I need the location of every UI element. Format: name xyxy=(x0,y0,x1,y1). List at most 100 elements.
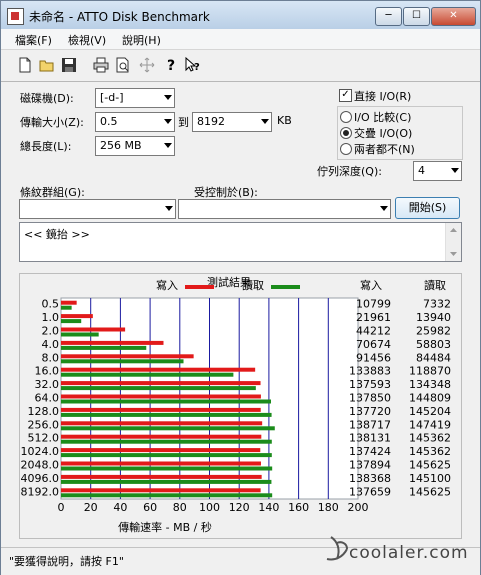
y-tick-label: 64.0 xyxy=(35,392,60,405)
read-value: 58803 xyxy=(416,338,451,351)
neither-radio[interactable] xyxy=(340,143,352,155)
total-length-select[interactable]: 256 MB xyxy=(95,136,175,156)
write-value: 137894 xyxy=(349,459,391,472)
controlled-by-label: 受控制於(B): xyxy=(194,186,258,199)
x-tick-label: 100 xyxy=(199,501,220,514)
io-mode-group: I/O 比較(C) 交疊 I/O(O) 兩者都不(N) xyxy=(337,106,463,160)
x-axis-title: 傳輸速率 - MB / 秒 xyxy=(118,520,212,534)
write-bar xyxy=(61,421,263,426)
y-tick-label: 128.0 xyxy=(28,405,60,418)
maximize-button[interactable]: ☐ xyxy=(403,7,430,26)
x-tick-label: 120 xyxy=(229,501,250,514)
menu-bar: 檔案(F) 檢視(V) 說明(H) xyxy=(1,29,480,49)
minimize-button[interactable]: ─ xyxy=(375,7,402,26)
queue-depth-value: 4 xyxy=(418,164,425,177)
print-icon[interactable] xyxy=(93,57,109,73)
read-bar xyxy=(61,399,272,404)
transfer-to-select[interactable]: 8192 xyxy=(192,112,272,132)
write-value: 21961 xyxy=(356,311,391,324)
help-icon[interactable]: ? xyxy=(163,57,179,73)
read-value: 7332 xyxy=(423,298,451,311)
print-preview-icon[interactable] xyxy=(115,57,131,73)
y-tick-label: 1.0 xyxy=(42,311,60,324)
read-bar xyxy=(61,372,234,377)
x-tick-label: 160 xyxy=(288,501,309,514)
write-value: 133883 xyxy=(349,365,391,378)
read-bar xyxy=(61,426,275,431)
write-bar xyxy=(61,474,262,479)
write-bar xyxy=(61,461,261,466)
transfer-from-value: 0.5 xyxy=(100,115,118,128)
context-help-icon[interactable]: ? xyxy=(185,57,201,73)
title-bar[interactable]: 未命名 - ATTO Disk Benchmark ─ ☐ ✕ xyxy=(1,1,480,29)
move-icon[interactable] xyxy=(139,57,155,73)
save-icon[interactable] xyxy=(61,57,77,73)
write-value: 138131 xyxy=(349,432,391,445)
read-bar xyxy=(61,439,272,444)
overlap-io-radio[interactable] xyxy=(340,127,352,139)
total-length-label: 總長度(L): xyxy=(20,140,72,153)
legend-write-label: 寫入 xyxy=(156,278,178,292)
read-value: 145625 xyxy=(409,459,451,472)
direct-io-checkbox[interactable]: ✓ xyxy=(339,89,352,102)
open-icon[interactable] xyxy=(39,57,55,73)
y-tick-label: 2048.0 xyxy=(21,459,60,472)
read-value: 134348 xyxy=(409,378,451,391)
drive-value: [-d-] xyxy=(100,91,124,104)
y-tick-label: 2.0 xyxy=(42,325,60,338)
app-window: 未命名 - ATTO Disk Benchmark ─ ☐ ✕ 檔案(F) 檢視… xyxy=(0,0,481,575)
results-panel: 測試結果 寫入 讀取 寫入 讀取 0 20 40 60 80 100 120 140 160 180 200 0… xyxy=(19,273,462,539)
start-button[interactable]: 開始(S) xyxy=(395,197,460,219)
write-value: 137850 xyxy=(349,392,391,405)
chevron-down-icon xyxy=(451,168,459,173)
controlled-by-select[interactable] xyxy=(178,199,391,219)
write-bar xyxy=(61,381,261,386)
chevron-down-icon xyxy=(164,95,172,100)
results-chart: 測試結果寫入 讀取 寫入 讀取0 20 40 60 80 100 120 140 160 180 2000… xyxy=(21,275,452,534)
legend-read-label: 讀取 xyxy=(242,278,264,292)
y-tick-label: 512.0 xyxy=(28,432,60,445)
drive-select[interactable]: [-d-] xyxy=(95,88,175,108)
menu-view[interactable]: 檢視(V) xyxy=(68,32,106,48)
column-header-read: 讀取 xyxy=(424,278,446,292)
write-bar xyxy=(61,300,77,305)
write-bar xyxy=(61,394,261,399)
new-icon[interactable] xyxy=(17,57,33,73)
legend-read-swatch xyxy=(271,285,300,289)
read-value: 25982 xyxy=(416,325,451,338)
direct-io-label: 直接 I/O(R) xyxy=(354,90,412,103)
write-bar xyxy=(61,327,126,332)
y-tick-label: 32.0 xyxy=(35,378,60,391)
description-textarea[interactable]: << 鏡抬 >> xyxy=(19,222,462,262)
y-tick-label: 0.5 xyxy=(42,298,60,311)
y-tick-label: 1024.0 xyxy=(21,445,60,458)
watermark-text: coolaler.com xyxy=(349,543,469,563)
write-bar xyxy=(61,354,194,359)
x-tick-label: 200 xyxy=(348,501,369,514)
read-value: 145362 xyxy=(409,432,451,445)
stripe-group-label: 條紋群組(G): xyxy=(20,186,85,199)
write-bar xyxy=(61,407,261,412)
description-scrollbar[interactable] xyxy=(445,223,461,261)
stripe-group-select[interactable] xyxy=(19,199,176,219)
write-value: 70674 xyxy=(356,338,391,351)
chevron-down-icon xyxy=(164,143,172,148)
read-bar xyxy=(61,386,256,391)
scroll-arrows-icon xyxy=(450,228,457,256)
transfer-from-select[interactable]: 0.5 xyxy=(95,112,175,132)
read-bar xyxy=(61,305,72,310)
read-value: 84484 xyxy=(416,351,451,364)
queue-depth-select[interactable]: 4 xyxy=(413,161,462,181)
transfer-to-value: 8192 xyxy=(197,115,225,128)
read-bar xyxy=(61,359,184,364)
x-tick-label: 40 xyxy=(113,501,127,514)
close-button[interactable]: ✕ xyxy=(431,7,476,26)
toolbar: ? ? xyxy=(1,49,480,82)
svg-text:?: ? xyxy=(194,62,200,73)
write-value: 137593 xyxy=(349,378,391,391)
menu-help[interactable]: 說明(H) xyxy=(122,32,161,48)
x-tick-label: 140 xyxy=(258,501,279,514)
io-compare-radio[interactable] xyxy=(340,111,352,123)
write-value: 138717 xyxy=(349,418,391,431)
menu-file[interactable]: 檔案(F) xyxy=(15,32,52,48)
